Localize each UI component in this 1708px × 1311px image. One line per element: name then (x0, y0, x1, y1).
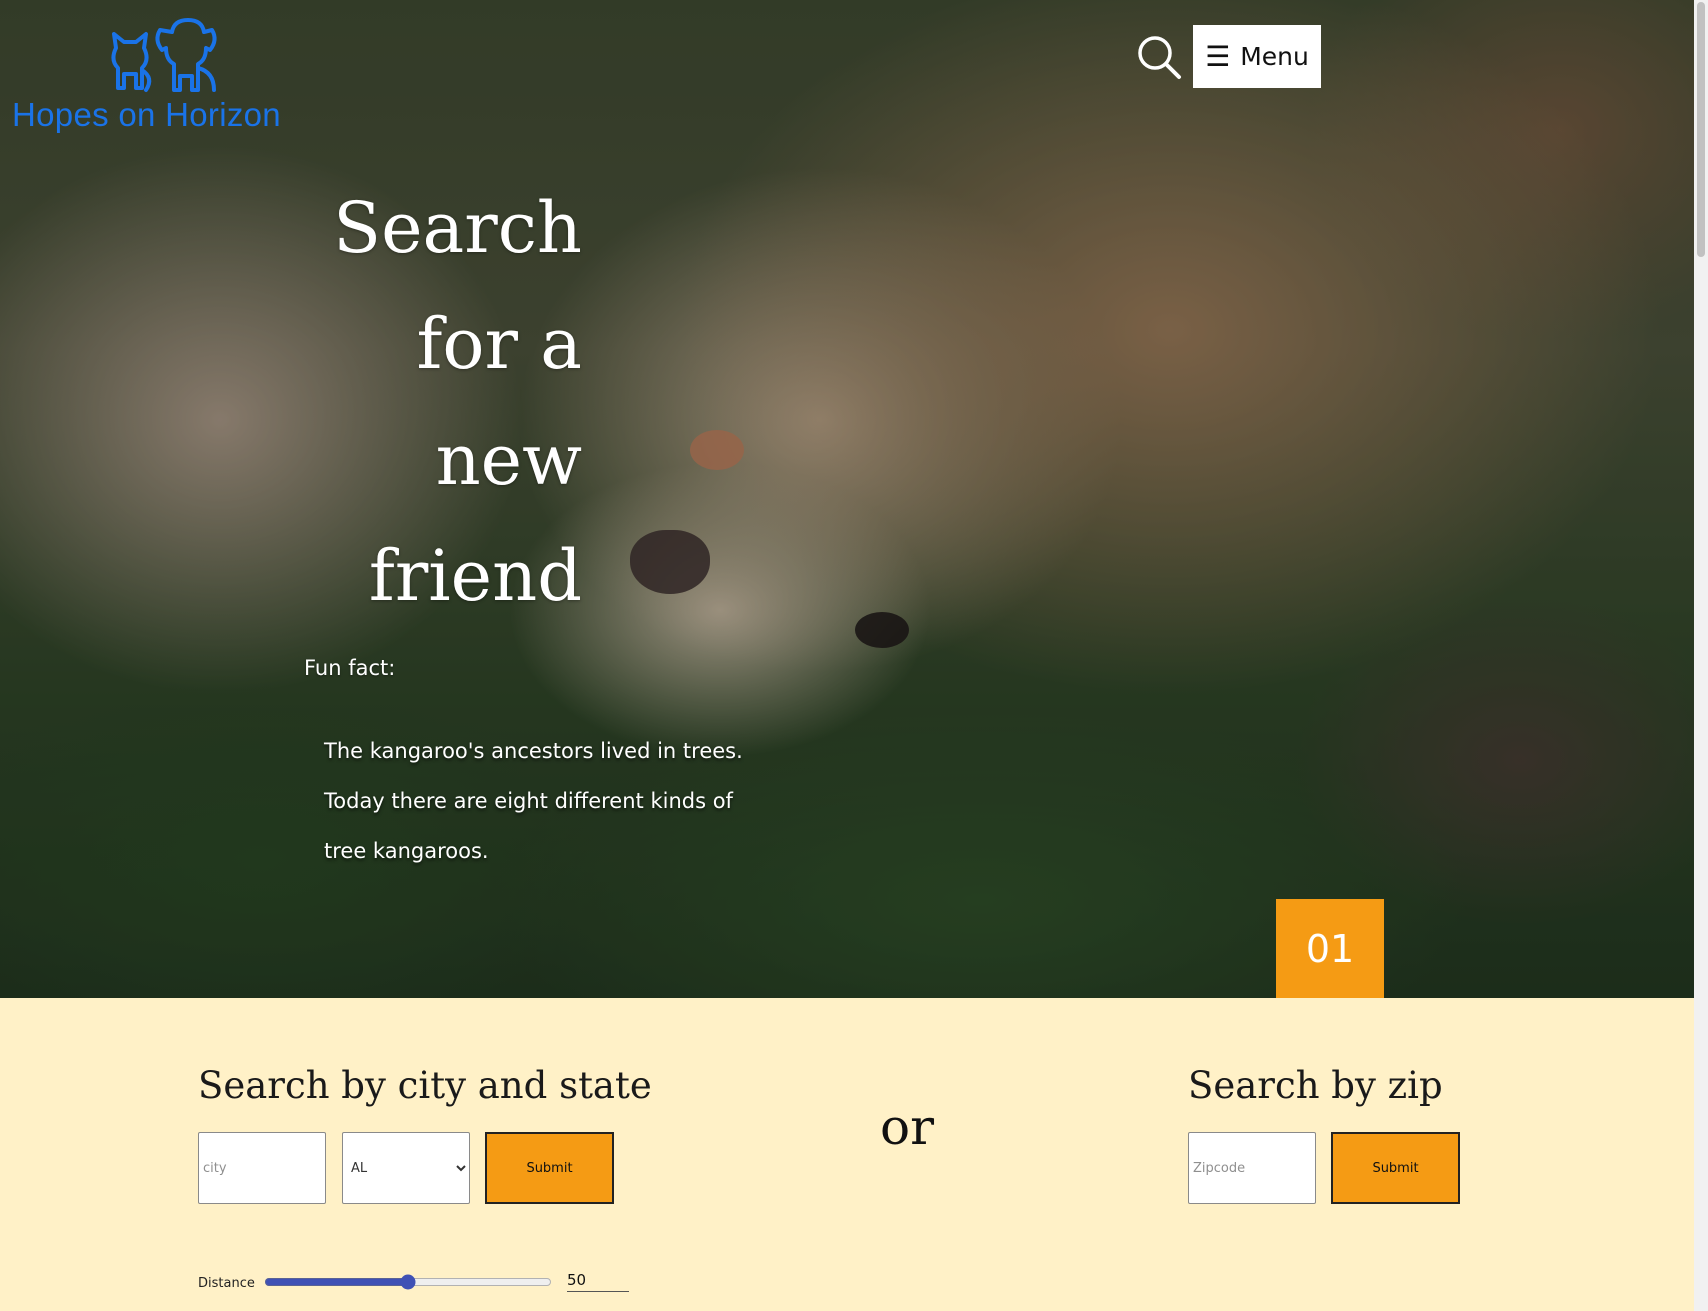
headline-line: for a (416, 303, 583, 385)
city-submit-button[interactable]: Submit (485, 1132, 614, 1204)
pets-logo-icon (111, 18, 217, 92)
slide-number-badge[interactable]: 01 (1276, 899, 1384, 998)
zip-submit-button[interactable]: Submit (1331, 1132, 1460, 1204)
hero-overlay (0, 0, 1694, 998)
hero-banner: Hopes on Horizon ☰ Menu Search for a new… (0, 0, 1694, 998)
hamburger-icon: ☰ (1205, 39, 1231, 73)
page: Hopes on Horizon ☰ Menu Search for a new… (0, 0, 1694, 1311)
headline-line: Search (333, 187, 582, 269)
city-state-title: Search by city and state (198, 1064, 652, 1107)
hero-headline: Search for a new friend (300, 170, 582, 634)
state-select[interactable]: AL (342, 1132, 470, 1204)
fun-fact-label: Fun fact: (304, 656, 396, 680)
distance-value[interactable]: 50 (567, 1271, 629, 1292)
brand-logo[interactable]: Hopes on Horizon (12, 18, 312, 138)
zipcode-input[interactable] (1188, 1132, 1316, 1204)
menu-label: Menu (1240, 42, 1309, 71)
page-scrollbar[interactable] (1694, 0, 1708, 1311)
distance-label: Distance (198, 1276, 255, 1291)
headline-line: new (435, 419, 582, 501)
search-icon (1138, 36, 1181, 79)
headline-line: friend (368, 535, 582, 617)
city-input[interactable] (198, 1132, 326, 1204)
scrollbar-thumb[interactable] (1697, 2, 1705, 257)
zip-title: Search by zip (1188, 1064, 1443, 1107)
fun-fact-text: The kangaroo's ancestors lived in trees.… (324, 739, 743, 863)
search-button[interactable] (1136, 34, 1182, 80)
distance-slider[interactable] (264, 1270, 552, 1294)
or-separator: or (880, 1098, 935, 1156)
menu-button[interactable]: ☰ Menu (1193, 25, 1321, 88)
brand-name: Hopes on Horizon (12, 96, 281, 133)
